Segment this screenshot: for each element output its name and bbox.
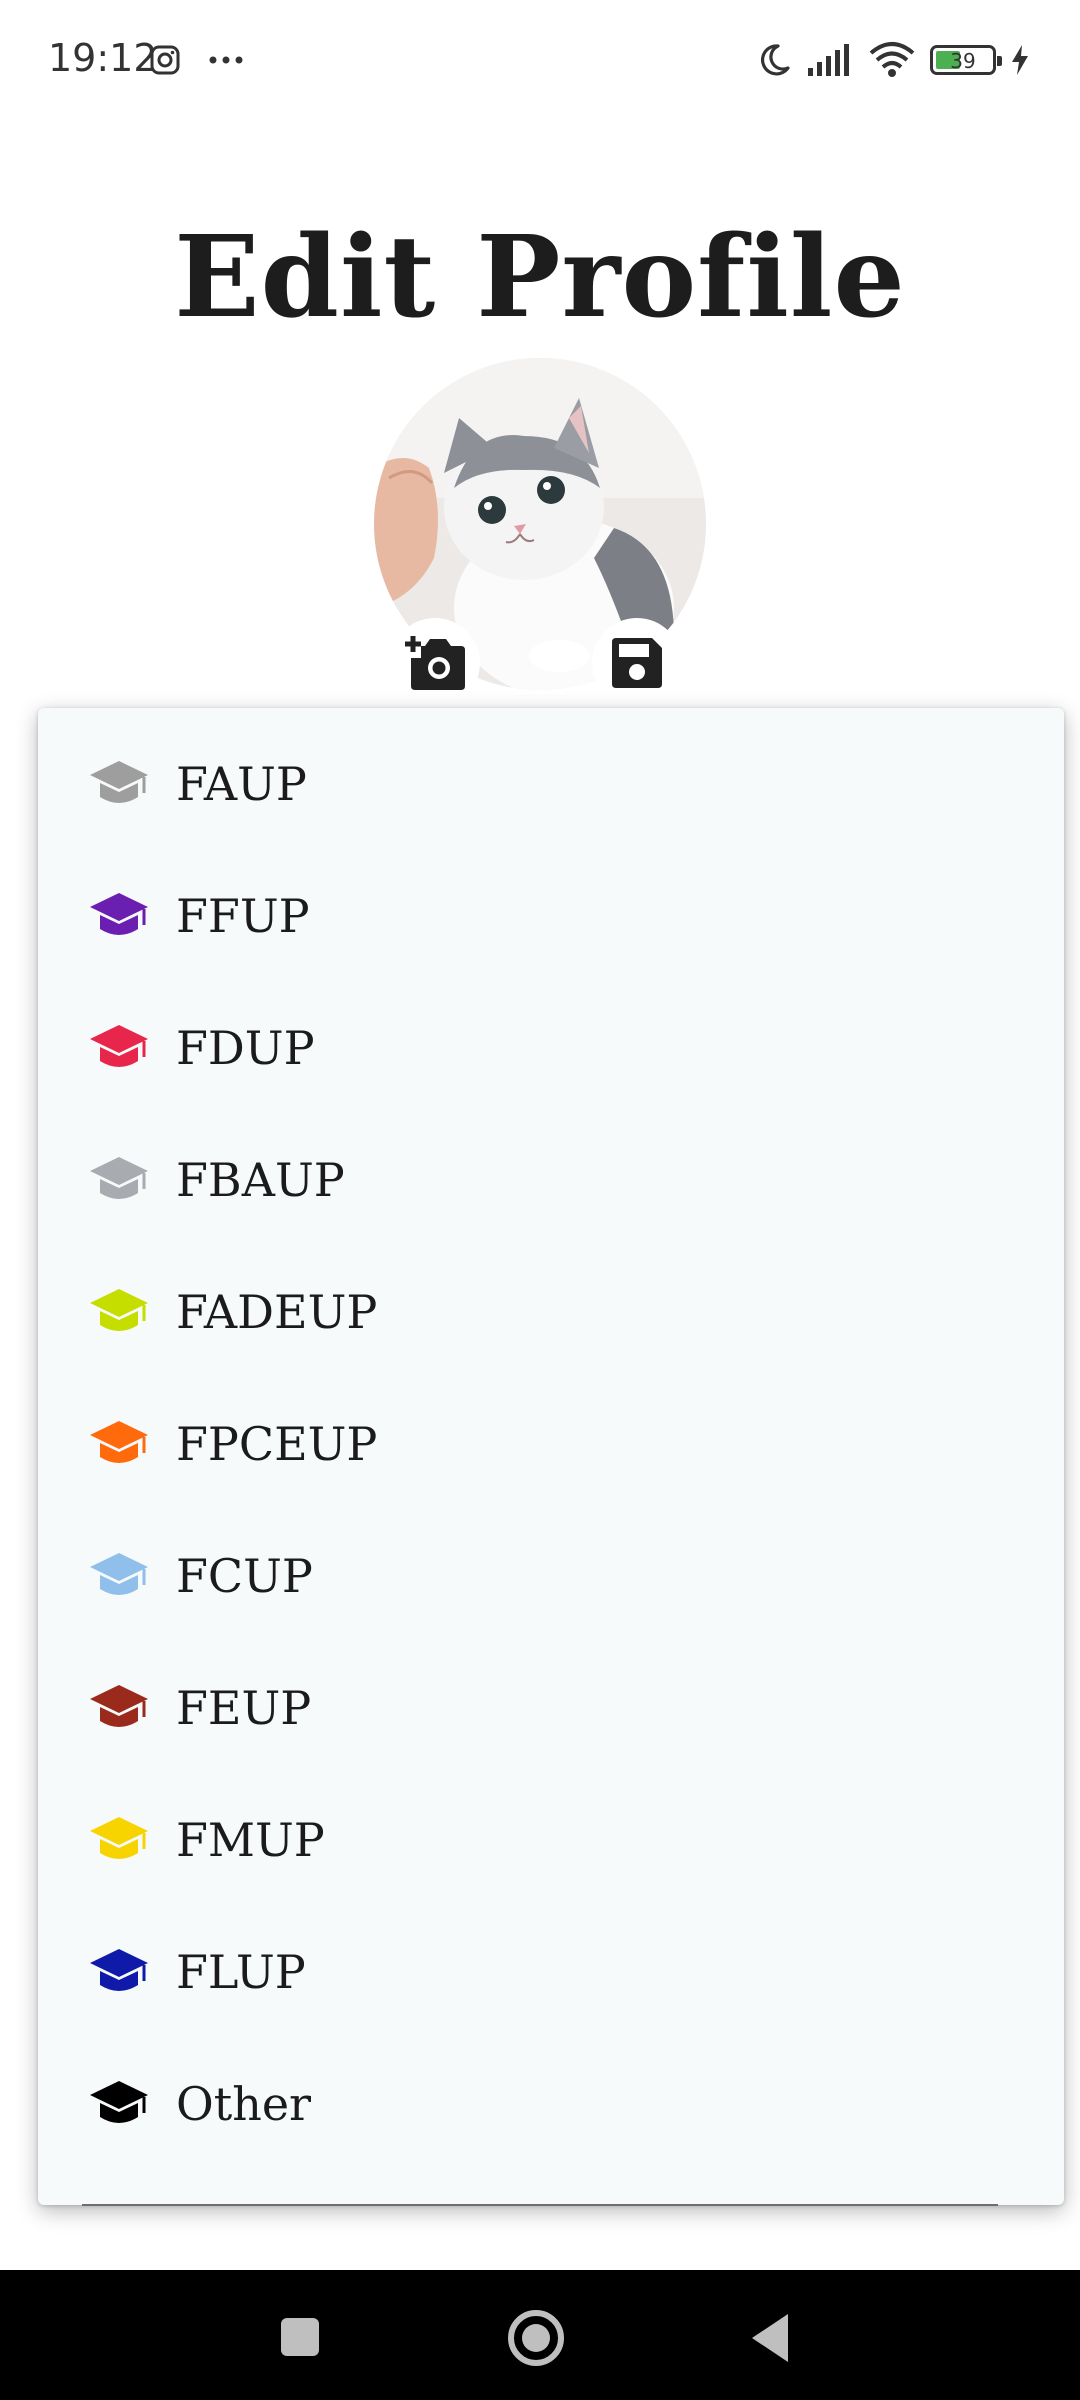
dropdown-item-ffup[interactable]: FFUP bbox=[38, 850, 1064, 982]
graduation-cap-icon bbox=[90, 1685, 148, 1727]
graduation-cap-icon bbox=[90, 893, 148, 935]
graduation-cap-icon bbox=[90, 1421, 148, 1463]
moon-icon bbox=[761, 44, 790, 76]
graduation-cap-icon bbox=[90, 1025, 148, 1067]
graduation-cap-icon bbox=[90, 2081, 148, 2123]
status-left-icons bbox=[150, 40, 244, 80]
dropdown-item-faup[interactable]: FAUP bbox=[38, 718, 1064, 850]
dropdown-item-label: FADEUP bbox=[176, 1285, 378, 1339]
save-icon bbox=[612, 638, 662, 688]
faculty-dropdown-menu: FAUP FFUP FDUP FBAUP FADEUP FPCEUP FCUP FEUP FMU… bbox=[38, 708, 1064, 2205]
wifi-icon bbox=[869, 42, 915, 77]
home-icon[interactable] bbox=[508, 2310, 564, 2366]
signal-icon bbox=[808, 44, 849, 76]
graduation-cap-icon bbox=[90, 1817, 148, 1859]
dropdown-item-fpceup[interactable]: FPCEUP bbox=[38, 1378, 1064, 1510]
dropdown-item-fdup[interactable]: FDUP bbox=[38, 982, 1064, 1114]
graduation-cap-icon bbox=[90, 1157, 148, 1199]
dropdown-item-label: FAUP bbox=[176, 757, 307, 811]
dropdown-field-underline bbox=[82, 2204, 998, 2206]
dropdown-item-fmup[interactable]: FMUP bbox=[38, 1774, 1064, 1906]
dropdown-item-label: FBAUP bbox=[176, 1153, 345, 1207]
dropdown-item-label: FDUP bbox=[176, 1021, 315, 1075]
dropdown-item-label: FMUP bbox=[176, 1813, 325, 1867]
graduation-cap-icon bbox=[90, 761, 148, 803]
dropdown-item-fcup[interactable]: FCUP bbox=[38, 1510, 1064, 1642]
dropdown-item-label: FFUP bbox=[176, 889, 310, 943]
dropdown-item-fadeup[interactable]: FADEUP bbox=[38, 1246, 1064, 1378]
dropdown-item-label: FPCEUP bbox=[176, 1417, 378, 1471]
dropdown-item-label: Other bbox=[176, 2077, 312, 2131]
instagram-icon bbox=[150, 45, 180, 75]
more-dots-icon bbox=[209, 56, 243, 64]
add-photo-button[interactable] bbox=[390, 618, 480, 708]
system-nav-bar bbox=[0, 2270, 1080, 2400]
dropdown-item-label: FEUP bbox=[176, 1681, 312, 1735]
dropdown-item-feup[interactable]: FEUP bbox=[38, 1642, 1064, 1774]
recents-icon[interactable] bbox=[281, 2318, 319, 2356]
dropdown-item-flup[interactable]: FLUP bbox=[38, 1906, 1064, 2038]
dropdown-item-label: FLUP bbox=[176, 1945, 306, 1999]
battery-level: 39 bbox=[950, 49, 976, 73]
status-right-icons: 39 bbox=[756, 38, 1030, 82]
dropdown-item-label: FCUP bbox=[176, 1549, 313, 1603]
graduation-cap-icon bbox=[90, 1289, 148, 1331]
edit-profile-screen: 19:12 39 Edit Profile FAUP FFUP FDUP FBA… bbox=[0, 0, 1080, 2400]
status-time: 19:12 bbox=[48, 36, 158, 80]
save-profile-button[interactable] bbox=[592, 618, 682, 708]
graduation-cap-icon bbox=[90, 1949, 148, 1991]
battery-icon: 39 bbox=[930, 45, 1002, 75]
dropdown-item-other[interactable]: Other bbox=[38, 2038, 1064, 2170]
dropdown-item-fbaup[interactable]: FBAUP bbox=[38, 1114, 1064, 1246]
back-icon[interactable] bbox=[752, 2314, 788, 2362]
graduation-cap-icon bbox=[90, 1553, 148, 1595]
status-bar: 19:12 39 bbox=[0, 0, 1080, 120]
charging-icon bbox=[1012, 45, 1028, 75]
page-title: Edit Profile bbox=[174, 212, 906, 343]
add-photo-icon bbox=[405, 636, 465, 690]
